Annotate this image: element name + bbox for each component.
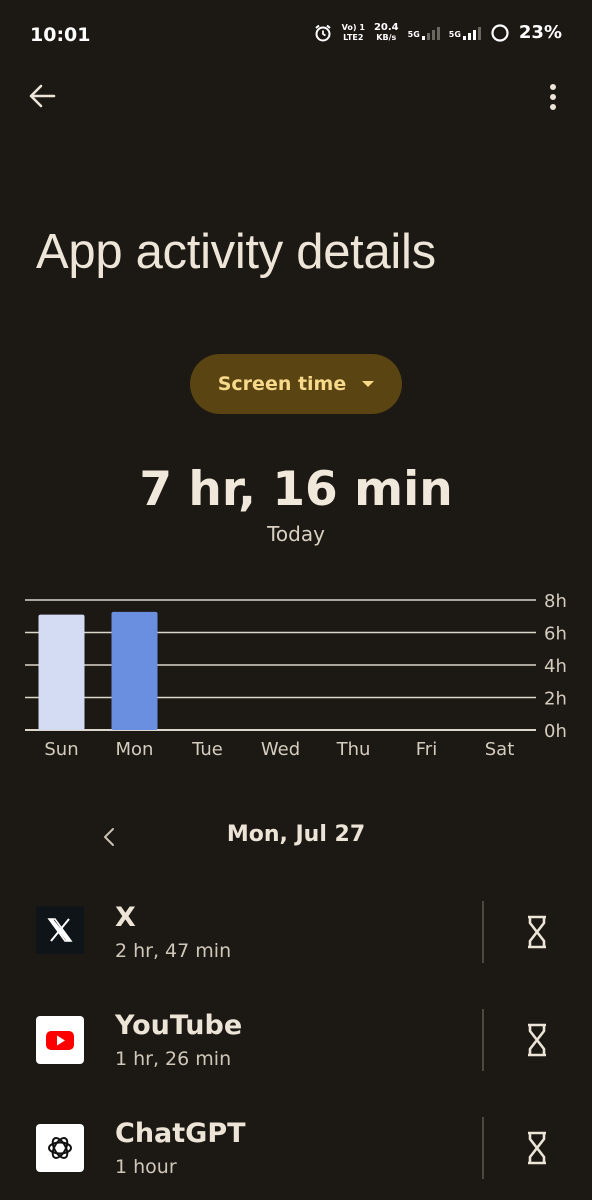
lte-label: LTE2	[343, 32, 364, 42]
app-row-chatgpt[interactable]: ChatGPT 1 hour	[0, 1100, 592, 1200]
signal-2: 5G	[449, 26, 481, 40]
x-logo-icon	[36, 906, 84, 954]
more-options-button[interactable]	[538, 80, 568, 114]
screen-time-dropdown[interactable]: Screen time	[190, 354, 402, 414]
x-tick-label-tue[interactable]: Tue	[191, 739, 223, 760]
network-speed: 20.4 KB/s	[373, 21, 399, 43]
net2-label: 5G	[448, 29, 461, 39]
y-tick-label: 6h	[544, 624, 567, 645]
total-period: Today	[267, 522, 325, 546]
selected-date: Mon, Jul 27	[226, 822, 366, 847]
battery-ring-icon	[491, 23, 509, 42]
app-name: ChatGPT	[115, 1118, 246, 1149]
y-tick-label: 4h	[544, 656, 567, 677]
speed-value: 20.4	[373, 21, 399, 33]
net1-label: 5G	[407, 29, 420, 39]
volte-label: Vo) 1	[341, 22, 365, 32]
speed-unit: KB/s	[376, 32, 397, 42]
x-tick-label-mon[interactable]: Mon	[116, 739, 154, 760]
y-tick-label: 0h	[544, 721, 567, 742]
back-button[interactable]	[26, 80, 58, 112]
app-row-youtube[interactable]: YouTube 1 hr, 26 min	[0, 992, 592, 1092]
youtube-icon	[36, 1016, 84, 1064]
app-row-x[interactable]: X 2 hr, 47 min	[0, 884, 592, 984]
status-bar: 10:01 Vo) 1 LTE2 20.4 KB/s 5G 5G 23%	[0, 0, 592, 70]
y-tick-label: 8h	[544, 591, 567, 612]
app-name: YouTube	[115, 1010, 243, 1041]
y-tick-label: 2h	[544, 689, 567, 710]
hourglass-icon	[528, 1023, 546, 1057]
total-screen-time: 7 hr, 16 min	[139, 462, 453, 517]
arrow-back-icon	[29, 84, 56, 108]
x-tick-label-fri[interactable]: Fri	[416, 739, 437, 760]
more-vert-icon	[550, 84, 556, 110]
divider	[482, 901, 484, 963]
bar-sun[interactable]	[38, 614, 85, 730]
signal-1: 5G	[408, 26, 440, 40]
status-icons: Vo) 1 LTE2 20.4 KB/s 5G 5G 23%	[313, 22, 562, 43]
app-usage-time: 1 hr, 26 min	[115, 1048, 232, 1070]
app-name: X	[115, 902, 136, 933]
app-timer-button[interactable]	[522, 1130, 552, 1166]
dropdown-label: Screen time	[217, 373, 347, 395]
hourglass-icon	[528, 915, 546, 949]
x-tick-label-thu[interactable]: Thu	[336, 739, 371, 760]
dropdown-arrow-icon	[362, 381, 375, 387]
usage-bar-chart: 0h 2h 4h 6h 8h Sun Mon Tue Wed Thu Fri Sat	[25, 591, 567, 760]
battery-percent: 23%	[518, 22, 562, 43]
bar-mon[interactable]	[111, 611, 158, 730]
x-tick-label-wed[interactable]: Wed	[261, 739, 300, 760]
signal-bars-1-icon	[421, 26, 440, 40]
x-tick-label-sat[interactable]: Sat	[485, 739, 515, 760]
app-timer-button[interactable]	[522, 1022, 552, 1058]
signal-bars-2-icon	[462, 26, 481, 40]
app-usage-time: 2 hr, 47 min	[115, 940, 232, 962]
alarm-icon	[315, 24, 331, 41]
app-timer-button[interactable]	[522, 914, 552, 950]
divider	[482, 1009, 484, 1071]
divider	[482, 1117, 484, 1179]
page-title: App activity details	[36, 225, 436, 279]
hourglass-icon	[528, 1131, 546, 1165]
volte-indicator: Vo) 1 LTE2	[342, 23, 365, 43]
status-time: 10:01	[30, 24, 91, 46]
x-tick-label-sun[interactable]: Sun	[44, 739, 78, 760]
app-usage-time: 1 hour	[115, 1156, 177, 1178]
chatgpt-icon	[36, 1124, 84, 1172]
